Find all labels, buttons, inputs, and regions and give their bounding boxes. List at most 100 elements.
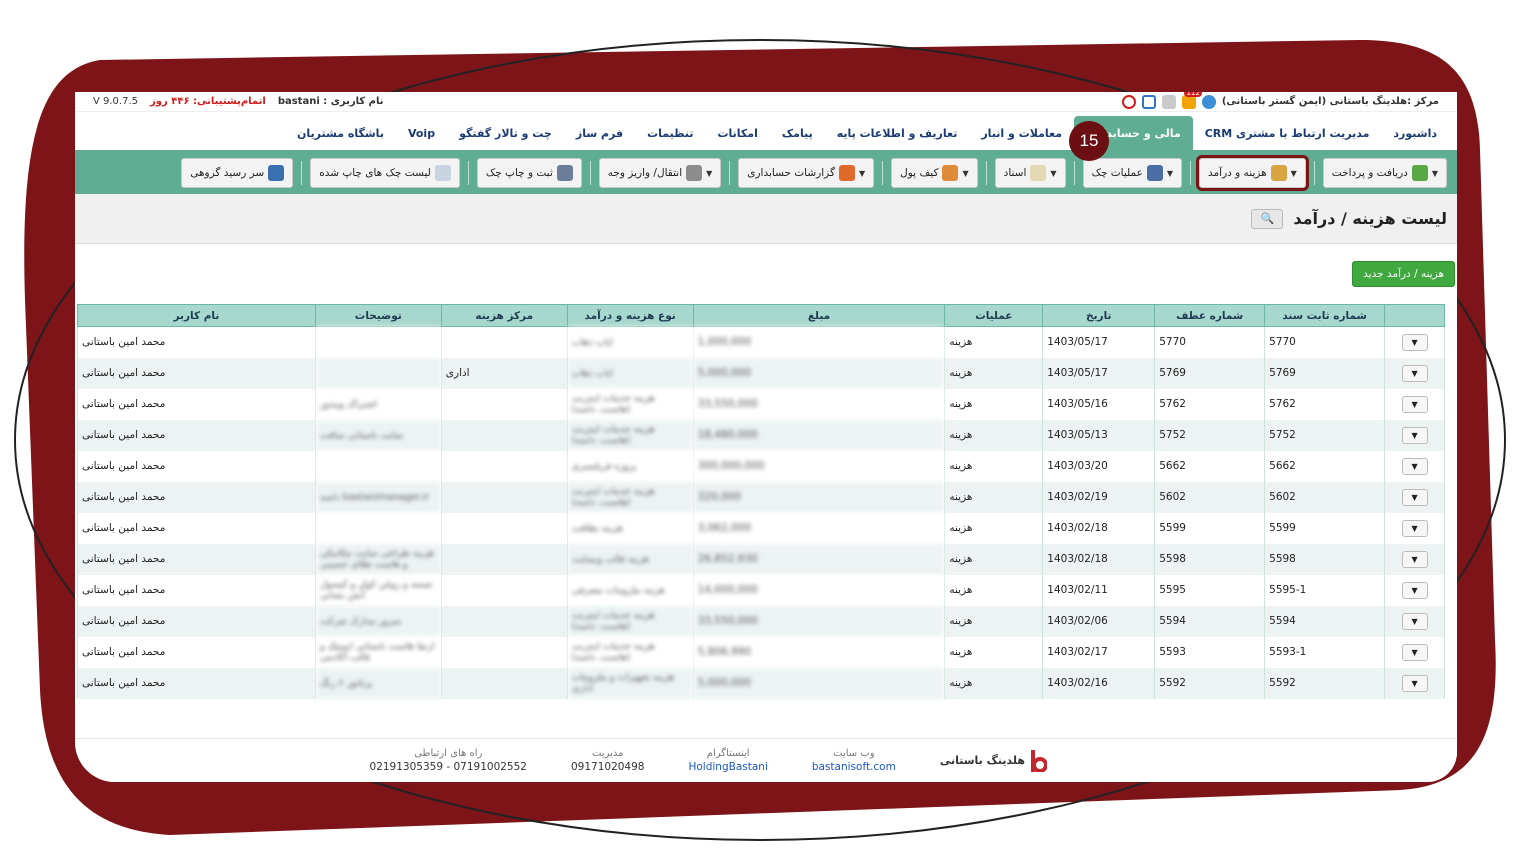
col-cost-center[interactable]: مرکز هزینه (440, 304, 568, 327)
menu-chat-forum[interactable]: چت و تالار گفتگو (447, 116, 564, 150)
calendar-icon (268, 165, 285, 181)
username-label: نام کاربری : bastani (277, 96, 384, 107)
menu-base-definitions[interactable]: تعاریف و اطلاعات پایه (825, 116, 970, 150)
row-menu-button[interactable]: ▼ (1401, 364, 1428, 382)
row-menu-button[interactable]: ▼ (1401, 426, 1428, 444)
print-check-button[interactable]: ثبت و چاپ چک (476, 158, 582, 188)
cost-center-cell (440, 543, 568, 575)
notification-bell-icon[interactable]: 112 (1181, 92, 1202, 109)
row-menu-button[interactable]: ▼ (1401, 333, 1428, 351)
checkbox-icon[interactable] (1141, 94, 1156, 109)
table-row[interactable]: ▼ 5593-1 5593 1403/02/17 هزینه 5,806,990 هزینه… (77, 636, 1445, 668)
table-row[interactable]: ▼ 5599 5599 1403/02/18 هزینه 3,062,000 هزینه ن… (77, 512, 1445, 544)
description-cell (314, 326, 442, 358)
cost-income-button[interactable]: ▼ هزینه و درآمد (1196, 155, 1309, 191)
row-actions-cell: ▼ (1384, 667, 1445, 699)
instagram-link[interactable]: HoldingBastani (688, 761, 767, 773)
menu-form-builder[interactable]: فرم ساز (564, 116, 635, 150)
username-cell: محمد امین باستانی (77, 543, 316, 575)
doc-number-cell: 5592 (1264, 667, 1386, 699)
app-screen: مرکز :هلدینگ باستانی (ایمن گستر باستانی)… (75, 92, 1457, 782)
document-icon (1030, 165, 1047, 181)
group-due-button[interactable]: سر رسید گروهی (181, 158, 294, 188)
transfer-button[interactable]: ▼ انتقال/ واریز وجه (598, 158, 722, 188)
menu-trade-inventory[interactable]: معاملات و انبار (969, 116, 1074, 150)
row-menu-button[interactable]: ▼ (1401, 395, 1428, 413)
contact-label: راه های ارتباطی (414, 748, 483, 759)
chevron-down-icon: ▼ (1431, 168, 1438, 178)
wallet-button[interactable]: ▼ کیف پول (891, 158, 978, 188)
operation-cell: هزینه (944, 543, 1044, 575)
amount-cell: 1,000,000 (692, 326, 946, 358)
cost-center-cell (440, 326, 568, 358)
table-row[interactable]: ▼ 5752 5752 1403/05/13 هزینه 18,480,000 هزینه … (77, 419, 1445, 451)
operation-cell: هزینه (944, 481, 1044, 513)
col-date[interactable]: تاریخ (1042, 304, 1156, 327)
chevron-down-icon: ▼ (1411, 337, 1418, 347)
check-operations-button[interactable]: ▼ عملیات چک (1082, 158, 1183, 188)
col-ref-number[interactable]: شماره عطف (1154, 304, 1266, 327)
amount-cell: 300,000,000 (692, 450, 946, 482)
website-link[interactable]: bastanisoft.com (812, 761, 896, 773)
username-cell: محمد امین باستانی (77, 326, 316, 358)
table-row[interactable]: ▼ 5598 5598 1403/02/18 هزینه 26,852,930 هزینه … (77, 543, 1445, 575)
menu-customer-club[interactable]: باشگاه مشتریان (285, 116, 396, 150)
type-cell: هزینه تجهیزات و ملزومات اداری (566, 667, 694, 699)
menu-features[interactable]: امکانات (705, 116, 769, 150)
col-amount[interactable]: مبلغ (692, 304, 946, 327)
finance-toolbar: ▼ دریافت و پرداخت ▼ هزینه و درآمد ▼ عملیات … (75, 152, 1457, 194)
receive-pay-button[interactable]: ▼ دریافت و پرداخت (1322, 158, 1447, 188)
row-menu-button[interactable]: ▼ (1401, 643, 1428, 661)
menu-crm[interactable]: مدیریت ارتباط با مشتری CRM (1193, 116, 1382, 150)
menu-dashboard[interactable]: داشبورد (1381, 116, 1449, 150)
doc-number-cell: 5595-1 (1264, 574, 1386, 606)
wallet-label: کیف پول (900, 167, 939, 179)
table-row[interactable]: ▼ 5770 5770 1403/05/17 هزینه 1,000,000 ایاب ذه… (77, 326, 1445, 358)
power-icon[interactable] (1121, 94, 1136, 109)
col-username[interactable]: نام کاربر (77, 304, 316, 327)
chevron-down-icon: ▼ (1411, 492, 1418, 502)
row-menu-button[interactable]: ▼ (1401, 457, 1428, 475)
row-menu-button[interactable]: ▼ (1401, 581, 1428, 599)
chevron-down-icon: ▼ (1411, 554, 1418, 564)
row-actions-cell: ▼ (1384, 636, 1445, 668)
ref-number-cell: 5770 (1154, 326, 1266, 358)
table-row[interactable]: ▼ 5662 5662 1403/03/20 هزینه 300,000,000 پروژه… (77, 450, 1445, 482)
chat-icon[interactable] (1201, 94, 1216, 109)
wallet-icon (942, 165, 959, 181)
col-description[interactable]: توضیحات (314, 304, 442, 327)
col-operation[interactable]: عملیات (944, 304, 1044, 327)
table-row[interactable]: ▼ 5769 5769 1403/05/17 هزینه 5,000,000 ایاب ذه… (77, 357, 1445, 389)
action-row: هزینه / درآمد جدید (75, 244, 1457, 304)
management-phone: 09171020498 (570, 761, 645, 773)
row-menu-button[interactable]: ▼ (1401, 519, 1428, 537)
table-row[interactable]: ▼ 5592 5592 1403/02/16 هزینه 5,000,000 هزینه ت… (77, 667, 1445, 699)
row-menu-button[interactable]: ▼ (1401, 488, 1428, 506)
col-doc-number[interactable]: شماره ثابت سند (1264, 304, 1386, 327)
doc-number-cell: 5599 (1264, 512, 1386, 544)
row-menu-button[interactable]: ▼ (1401, 612, 1428, 630)
new-cost-income-button[interactable]: هزینه / درآمد جدید (1352, 261, 1455, 287)
menu-settings[interactable]: تنظیمات (635, 116, 705, 150)
table-row[interactable]: ▼ 5762 5762 1403/05/16 هزینه 33,550,000 هزینه … (77, 388, 1445, 420)
description-cell (314, 357, 442, 389)
date-cell: 1403/02/18 (1042, 512, 1156, 544)
documents-button[interactable]: ▼ اسناد (994, 158, 1066, 188)
table-row[interactable]: ▼ 5594 5594 1403/02/06 هزینه 33,550,000 هزینه … (77, 605, 1445, 637)
accounting-reports-button[interactable]: ▼ گزارشات حسابداری (738, 158, 875, 188)
col-type[interactable]: نوع هزینه و درآمد (566, 304, 694, 327)
search-button[interactable]: 🔍 (1251, 208, 1284, 229)
row-menu-button[interactable]: ▼ (1401, 674, 1428, 692)
menu-voip[interactable]: Voip (396, 116, 447, 150)
username-cell: محمد امین باستانی (77, 636, 316, 668)
row-menu-button[interactable]: ▼ (1401, 550, 1428, 568)
table-row[interactable]: ▼ 5602 5602 1403/02/19 هزینه 320,000 هزینه خدم… (77, 481, 1445, 513)
amount-cell: 18,480,000 (692, 419, 946, 451)
table-row[interactable]: ▼ 5595-1 5595 1403/02/11 هزینه 14,000,000 هزین… (77, 574, 1445, 606)
title-bar: لیست هزینه / درآمد 🔍 (75, 194, 1457, 244)
printed-checks-button[interactable]: لیست چک های چاپ شده (310, 158, 460, 188)
instagram-label: اینستاگرام (706, 748, 750, 759)
footer: هلدینگ باستانی وب سایت bastanisoft.com ا… (75, 738, 1457, 782)
menu-sms[interactable]: پیامک (770, 116, 825, 150)
messages-icon[interactable] (1161, 94, 1176, 109)
